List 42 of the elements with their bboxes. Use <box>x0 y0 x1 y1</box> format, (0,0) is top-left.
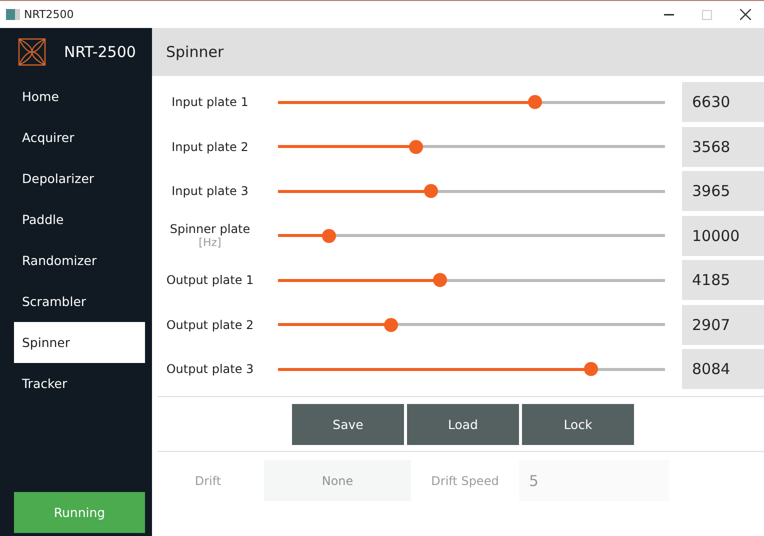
slider-label: Output plate 2 <box>166 318 254 332</box>
value-field[interactable]: 6630 <box>682 82 764 122</box>
slider-label: Spinner plate <box>170 222 250 236</box>
slider-thumb[interactable] <box>322 228 336 242</box>
page-header: Spinner <box>152 28 764 76</box>
drift-speed-label: Drift Speed <box>431 474 499 488</box>
logo-icon <box>18 38 46 66</box>
action-button[interactable]: Save <box>292 404 404 445</box>
slider-label: Output plate 3 <box>166 362 254 376</box>
slider-label: Output plate 1 <box>166 273 254 287</box>
value-field[interactable]: 2907 <box>682 304 764 344</box>
sidebar-item[interactable]: Home <box>14 76 145 117</box>
value-field[interactable]: 4185 <box>682 260 764 300</box>
slider-label: Input plate 3 <box>172 184 248 198</box>
slider-thumb[interactable] <box>528 95 542 109</box>
slider-label: Input plate 1 <box>172 95 248 109</box>
value-field[interactable]: 8084 <box>682 349 764 389</box>
drift-label: Drift <box>194 474 222 488</box>
sidebar-item[interactable]: Acquirer <box>14 117 145 158</box>
sidebar-item[interactable]: Spinner <box>14 322 145 363</box>
value-field[interactable]: 10000 <box>682 216 764 256</box>
value-field[interactable]: 3965 <box>682 171 764 211</box>
sidebar-item[interactable]: Tracker <box>14 363 145 404</box>
sidebar-item[interactable]: Randomizer <box>14 240 145 281</box>
slider-thumb[interactable] <box>409 140 424 154</box>
sidebar-item[interactable]: Depolarizer <box>14 158 145 199</box>
sidebar-item[interactable]: Scrambler <box>14 281 145 322</box>
window-title: NRT2500 <box>24 8 75 21</box>
app-name: NRT-2500 <box>64 43 136 61</box>
value-field[interactable]: 3568 <box>682 126 764 166</box>
slider-thumb[interactable] <box>424 184 438 198</box>
slider-thumb[interactable] <box>384 318 398 332</box>
slider-label: Input plate 2 <box>172 140 248 154</box>
unit-label: [Hz] <box>198 236 222 249</box>
sidebar-item[interactable]: Paddle <box>14 199 145 240</box>
close-icon[interactable] <box>740 9 750 20</box>
action-button[interactable]: Lock <box>522 404 634 445</box>
app-icon <box>6 9 20 20</box>
slider-thumb[interactable] <box>584 362 598 376</box>
slider-thumb[interactable] <box>433 273 448 287</box>
action-button[interactable]: Load <box>407 404 519 445</box>
minimize-icon[interactable] <box>664 14 674 16</box>
